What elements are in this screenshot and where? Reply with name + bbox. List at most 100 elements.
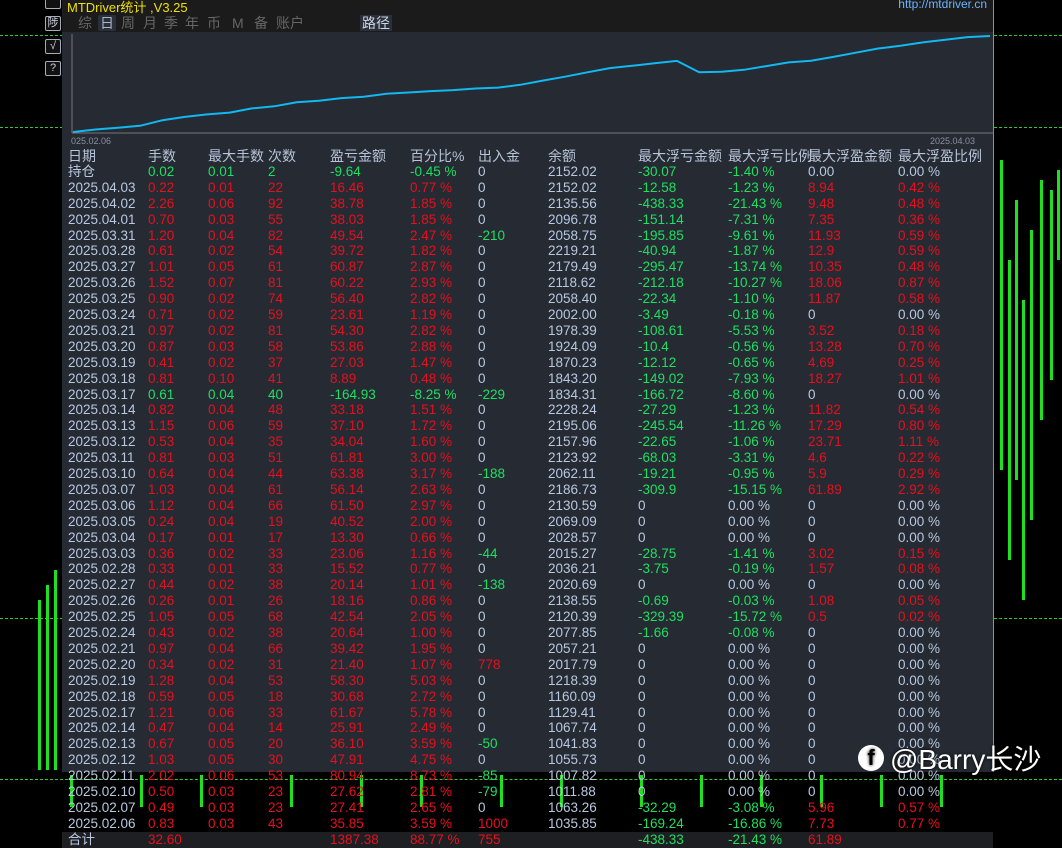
table-cell: 1.01 % [898,370,941,386]
table-cell: 2130.59 [548,497,597,513]
table-cell: 39.72 [330,243,364,259]
table-cell: 778 [478,656,501,672]
table-row: 2025.03.03 0.36 0.02 33 23.06 1.16 % -44 2015.2… [62,546,993,562]
table-row: 2025.02.28 0.33 0.01 33 15.52 0.77 % 0 2036.21 -… [62,561,993,577]
table-cell: 2025.03.26 [68,275,136,291]
table-cell: 2.26 [148,195,175,211]
table-cell: 4.6 [808,450,827,466]
table-cell: 1.16 % [410,545,453,561]
table-row: 2025.03.14 0.82 0.04 48 33.18 1.51 % 0 2228.24 -… [62,402,993,418]
table-row: 2025.03.28 0.61 0.02 54 39.72 1.82 % 0 2219.21 -… [62,243,993,259]
table-cell: 1.01 [148,259,175,275]
table-cell: 0.04 [208,497,235,513]
table-cell: 0.83 [148,815,175,831]
table-cell: 0 [808,497,816,513]
table-cell: 63.38 [330,466,364,481]
total-row: 合计 32.60 1387.38 88.77 % 755 -438.33 -21.43 % 6… [62,831,993,848]
website-link[interactable]: http://mtdriver.cn [898,0,987,11]
table-cell: 0.00 % [728,529,771,545]
table-cell: 0 [478,529,486,545]
tab-9[interactable]: 账户 [274,15,306,31]
table-cell: 1.11 % [898,434,940,450]
table-cell: 13.28 [808,338,842,354]
table-cell: -22.65 [638,434,677,450]
table-cell: 59 [268,307,284,322]
table-cell: 0 [638,640,646,656]
table-cell: 16.46 [330,179,364,195]
table-cell: 0 [478,513,486,529]
tab-3[interactable]: 月 [141,15,159,31]
table-row: 2025.02.10 0.50 0.03 23 27.62 2.81 % -79 1011.8… [62,784,993,800]
table-cell: 1978.39 [548,322,597,338]
table-cell: 0.36 % [898,211,941,227]
table-cell: 1.20 [148,227,175,243]
check-button[interactable]: √ [45,39,61,54]
table-cell: 7.73 [808,815,835,831]
table-cell: 31 [268,656,284,672]
table-cell: 0.04 [208,720,235,736]
tab-2[interactable]: 周 [119,15,137,31]
table-row: 2025.04.02 2.26 0.06 92 38.78 1.85 % 0 2135.56 -… [62,196,993,212]
tab-1[interactable]: 日 [98,15,116,31]
table-cell: 0.00 % [898,163,941,179]
table-cell: 0.05 [208,609,235,625]
column-header: 次数 [268,148,296,164]
move-button[interactable]: 陟 [45,16,61,31]
table-cell: 0.42 % [898,179,941,195]
table-cell: 0 [478,688,486,704]
table-cell: 0.77 % [410,561,453,577]
tab-5[interactable]: 年 [183,15,201,31]
table-cell: 0 [638,704,646,720]
tab-6[interactable]: 币 [205,15,223,31]
tab-10[interactable]: 路径 [360,15,392,31]
table-cell: 2058.40 [548,291,597,307]
tab-0[interactable]: 综 [76,15,94,31]
table-cell: 0.00 % [898,688,941,704]
table-cell: 0.02 [208,545,235,561]
table-cell: 2.65 % [410,799,453,815]
table-cell: 2135.56 [548,195,597,211]
table-cell: 1924.09 [548,338,597,354]
table-cell: 3.59 % [410,815,453,831]
table-cell: 0 [808,513,816,529]
table-cell: 0 [808,784,816,799]
table-cell: 0.07 [208,275,235,291]
table-cell: -1.10 % [728,291,775,307]
table-cell: 61 [268,259,284,275]
table-cell: 8.73 % [410,768,453,784]
table-cell: -85 [478,768,498,784]
table-cell: 2025.02.13 [68,736,136,752]
table-cell: 0 [808,529,816,545]
toolbar-button[interactable] [45,0,61,9]
table-cell: 0.15 % [898,545,941,561]
column-header: 最大浮亏比例 [728,148,812,164]
table-cell: 2025.03.27 [68,259,136,275]
table-cell: 0.05 [208,752,235,768]
candle [1022,300,1025,600]
help-button[interactable]: ? [45,61,61,76]
table-cell: -149.02 [638,370,684,386]
table-cell: 0.02 [208,577,235,593]
table-cell: 0.41 [148,354,175,370]
table-cell: 0.02 [208,625,235,640]
table-cell: 0.06 [208,768,235,784]
table-cell: 2025.03.13 [68,418,136,434]
table-cell: 2228.24 [548,402,597,418]
table-cell: 23.06 [330,545,364,561]
tab-7[interactable]: M [230,15,246,31]
table-row: 2025.02.20 0.34 0.02 31 21.40 1.07 % 778 2017.7… [62,657,993,673]
tab-4[interactable]: 季 [162,15,180,31]
table-cell: 0.04 [208,386,235,402]
table-row: 2025.03.25 0.90 0.02 74 56.40 2.82 % 0 2058.40 -… [62,291,993,307]
tab-8[interactable]: 备 [252,15,270,31]
table-cell: 2025.03.28 [68,243,136,259]
table-cell: 1.72 % [410,418,453,434]
table-cell: 1011.88 [548,784,596,799]
table-cell: -8.25 % [410,386,457,402]
table-cell: -3.31 % [728,450,775,466]
table-cell: 0.61 [148,386,175,402]
table-cell: 47.91 [330,752,364,768]
table-cell: -0.08 % [728,625,775,640]
table-cell: 2025.03.18 [68,370,136,386]
table-cell: 2020.69 [548,577,597,593]
